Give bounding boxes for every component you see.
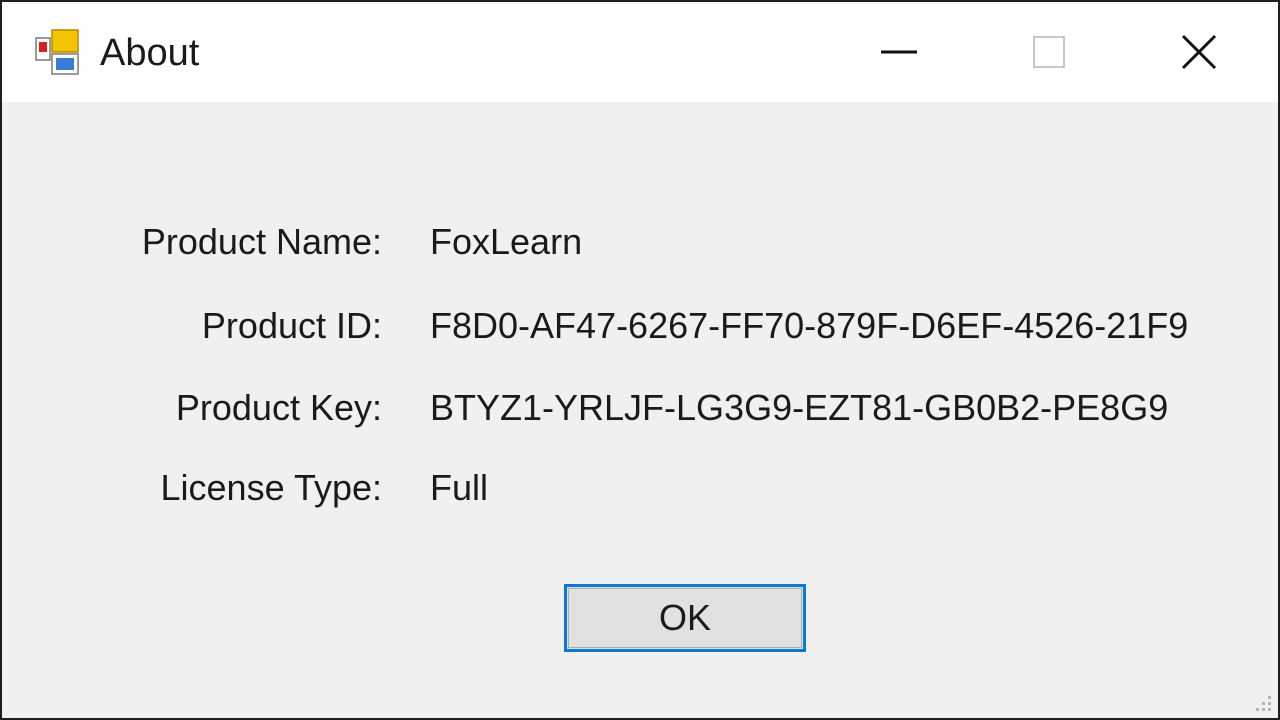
window-title: About — [100, 32, 200, 74]
license-type-value: Full — [430, 467, 489, 508]
close-icon — [1181, 34, 1217, 70]
product-id-label: Product ID: — [201, 305, 382, 346]
title-bar[interactable]: About — [2, 2, 1278, 102]
close-button[interactable] — [1124, 2, 1274, 102]
license-type-label: License Type: — [160, 467, 382, 508]
ok-button[interactable]: OK — [564, 584, 806, 652]
application-icon — [35, 29, 79, 75]
maximize-icon — [1033, 36, 1065, 68]
resize-grip-icon[interactable] — [1250, 690, 1274, 714]
minimize-button[interactable] — [824, 2, 974, 102]
product-name-label: Product Name: — [141, 221, 382, 262]
product-name-value: FoxLearn — [430, 221, 583, 262]
ok-button-label: OK — [658, 597, 711, 638]
maximize-button[interactable] — [974, 2, 1124, 102]
product-id-value: F8D0-AF47-6267-FF70-879F-D6EF-4526-21F9 — [430, 305, 1189, 346]
product-key-label: Product Key: — [175, 387, 382, 428]
minimize-icon — [881, 50, 917, 54]
product-key-value: BTYZ1-YRLJF-LG3G9-EZT81-GB0B2-PE8G9 — [430, 387, 1169, 428]
about-dialog: About Product Name: FoxLearn Product ID:… — [0, 0, 1280, 720]
